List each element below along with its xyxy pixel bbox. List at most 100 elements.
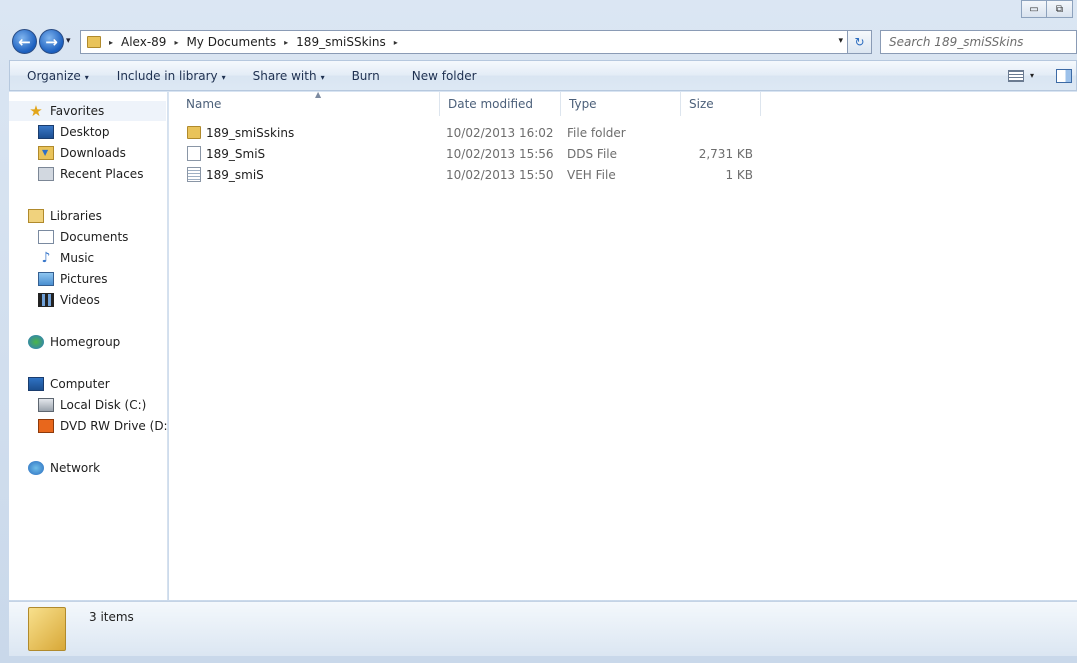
organize-label: Organize: [27, 68, 81, 83]
local-disk-icon: [38, 398, 54, 412]
star-icon: ★: [29, 102, 43, 120]
file-type: File folder: [567, 126, 626, 140]
maximize-button[interactable]: ⧉: [1047, 0, 1073, 18]
minimize-button[interactable]: ▭: [1021, 0, 1047, 18]
burn-button[interactable]: Burn: [335, 69, 390, 83]
column-header-date-modified[interactable]: Date modified: [440, 92, 561, 116]
dvd-drive-icon: [38, 419, 54, 433]
sidebar-item-videos[interactable]: Videos: [9, 290, 100, 310]
refresh-icon: ↻: [854, 35, 865, 49]
view-options-dropdown[interactable]: ▾: [1030, 71, 1034, 80]
forward-arrow-icon: →: [45, 32, 58, 51]
navigation-pane: ★ Favorites Desktop Downloads Recent Pla…: [9, 92, 168, 600]
desktop-icon: [38, 125, 54, 139]
breadcrumb-separator-icon[interactable]: ▸: [109, 38, 113, 47]
details-pane: 3 items: [9, 601, 1077, 656]
sort-ascending-icon: ▲: [315, 90, 322, 99]
sidebar-item-label: Videos: [60, 293, 100, 307]
sidebar-item-music[interactable]: ♪ Music: [9, 248, 95, 268]
file-list: ▲ Name Date modified Type Size 189_smiSs…: [169, 90, 1077, 600]
toolbar-view-controls: ▾: [1007, 61, 1076, 90]
sidebar-item-label: Homegroup: [50, 335, 121, 349]
back-button[interactable]: ←: [12, 29, 37, 54]
table-row[interactable]: 189_smiS 10/02/2013 15:50 VEH File 1 KB: [179, 165, 779, 185]
column-header-label: Size: [689, 97, 714, 111]
folder-icon: [187, 126, 201, 139]
folder-icon: [87, 36, 101, 48]
sidebar-item-label: Downloads: [60, 146, 126, 160]
table-row[interactable]: 189_SmiS 10/02/2013 15:56 DDS File 2,731…: [179, 144, 779, 164]
organize-button[interactable]: Organize ▾: [10, 69, 99, 83]
search-input[interactable]: Search 189_smiSSkins: [880, 30, 1077, 54]
sidebar-item-downloads[interactable]: Downloads: [9, 143, 126, 163]
breadcrumb-189-smisskins[interactable]: 189_smiSSkins: [296, 35, 386, 49]
sidebar-item-label: Pictures: [60, 272, 108, 286]
sidebar-item-local-disk[interactable]: Local Disk (C:): [9, 395, 146, 415]
preview-pane-icon[interactable]: [1056, 68, 1072, 83]
address-bar[interactable]: ▸ Alex-89 ▸ My Documents ▸ 189_smiSSkins…: [80, 30, 848, 54]
sidebar-item-label: Recent Places: [60, 167, 144, 181]
breadcrumb-separator-icon[interactable]: ▸: [174, 38, 178, 47]
column-header-label: Date modified: [448, 97, 534, 111]
sidebar-item-label: Documents: [60, 230, 129, 244]
computer-icon: [28, 377, 44, 391]
folder-icon: [28, 607, 66, 651]
breadcrumb-my-documents[interactable]: My Documents: [186, 35, 276, 49]
column-header-type[interactable]: Type: [561, 92, 681, 116]
breadcrumb-separator-icon[interactable]: ▸: [394, 38, 398, 47]
recent-places-icon: [38, 167, 54, 181]
search-placeholder: Search 189_smiSSkins: [889, 35, 1024, 49]
sidebar-item-computer[interactable]: Computer: [9, 374, 110, 394]
sidebar-item-label: Local Disk (C:): [60, 398, 147, 412]
network-icon: [28, 461, 44, 475]
sidebar-item-desktop[interactable]: Desktop: [9, 122, 110, 142]
file-icon: [187, 146, 201, 161]
chevron-down-icon: ▾: [84, 72, 89, 82]
sidebar-item-dvd-drive[interactable]: DVD RW Drive (D:) R: [9, 416, 168, 436]
table-row[interactable]: 189_smiSskins 10/02/2013 16:02 File fold…: [179, 123, 779, 143]
breadcrumb-separator-icon[interactable]: ▸: [284, 38, 288, 47]
file-name: 189_smiS: [206, 168, 264, 182]
videos-icon: [38, 293, 54, 307]
navigation-bar: ← → ▾ ▸ Alex-89 ▸ My Documents ▸ 189_smi…: [0, 26, 1077, 58]
sidebar-item-network[interactable]: Network: [9, 458, 100, 478]
breadcrumb-alex-89[interactable]: Alex-89: [121, 35, 166, 49]
recent-pages-dropdown[interactable]: ▾: [66, 36, 71, 46]
sidebar-item-label: Network: [50, 461, 101, 475]
sidebar-item-libraries[interactable]: Libraries: [9, 206, 102, 226]
new-folder-button[interactable]: New folder: [390, 69, 487, 83]
file-date: 10/02/2013 15:50: [446, 168, 554, 182]
sidebar-item-homegroup[interactable]: Homegroup: [9, 332, 120, 352]
sidebar-item-label: Libraries: [50, 209, 102, 223]
chevron-down-icon: ▾: [221, 72, 226, 82]
libraries-icon: [28, 209, 44, 223]
address-dropdown-icon[interactable]: ▾: [838, 36, 843, 46]
column-header-label: Name: [186, 97, 222, 111]
file-size: 2,731 KB: [698, 147, 753, 161]
downloads-icon: [38, 146, 54, 160]
sidebar-item-favorites[interactable]: ★ Favorites: [9, 101, 166, 121]
sidebar-item-label: DVD RW Drive (D:) R: [60, 419, 168, 433]
file-name: 189_SmiS: [206, 147, 266, 161]
sidebar-item-label: Music: [60, 251, 95, 265]
sidebar-item-label: Desktop: [60, 125, 110, 139]
file-name: 189_smiSskins: [206, 126, 295, 140]
file-type: DDS File: [567, 147, 617, 161]
sidebar-item-recent-places[interactable]: Recent Places: [9, 164, 143, 184]
share-with-label: Share with: [252, 68, 317, 83]
file-date: 10/02/2013 16:02: [446, 126, 554, 140]
include-in-library-button[interactable]: Include in library ▾: [99, 69, 236, 83]
column-header-size[interactable]: Size: [681, 92, 761, 116]
window-controls: ▭ ⧉: [1021, 0, 1073, 18]
column-header-name[interactable]: ▲ Name: [178, 90, 440, 116]
document-icon: [187, 167, 201, 182]
refresh-button[interactable]: ↻: [848, 30, 872, 54]
sidebar-item-pictures[interactable]: Pictures: [9, 269, 108, 289]
sidebar-item-label: Favorites: [50, 104, 105, 118]
music-icon: ♪: [41, 250, 51, 266]
homegroup-icon: [28, 335, 44, 349]
sidebar-item-documents[interactable]: Documents: [9, 227, 128, 247]
forward-button[interactable]: →: [39, 29, 64, 54]
change-view-icon[interactable]: [1007, 69, 1024, 82]
share-with-button[interactable]: Share with ▾: [236, 69, 335, 83]
